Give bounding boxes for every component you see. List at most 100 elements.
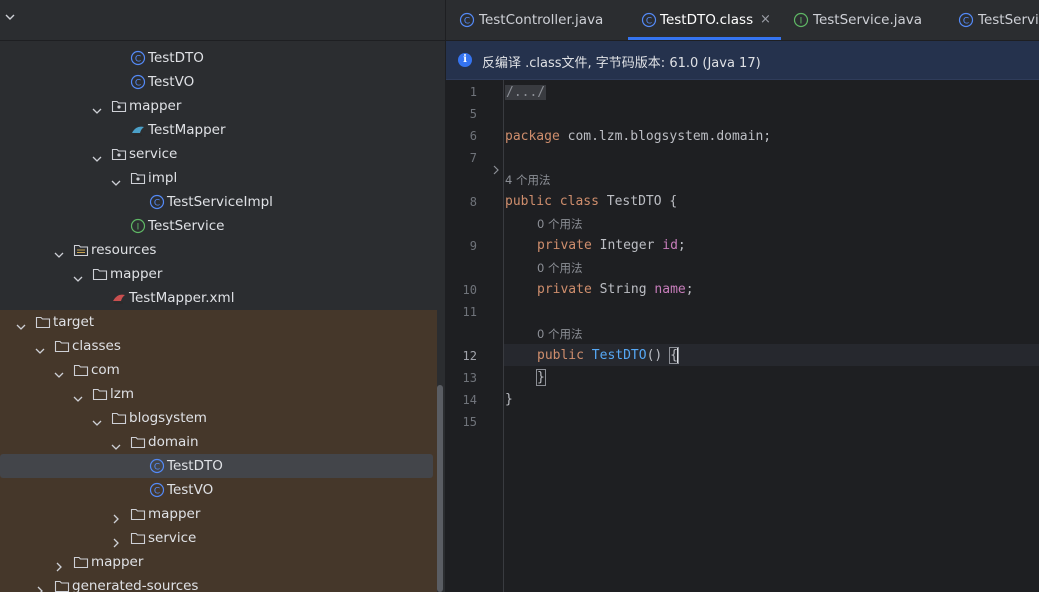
- semicolon: ;: [685, 282, 694, 297]
- chevron-right-icon[interactable]: [54, 557, 64, 572]
- close-icon[interactable]: ×: [760, 13, 771, 27]
- tree-item-generated-sources[interactable]: generated-sources: [0, 574, 437, 592]
- tree-item-testdto[interactable]: C TestDTO: [0, 46, 437, 70]
- chevron-down-icon[interactable]: [92, 413, 102, 426]
- type-string: String: [591, 282, 655, 297]
- line-number[interactable]: 7: [470, 150, 477, 166]
- tree-item-target[interactable]: target: [0, 310, 437, 334]
- line-number[interactable]: 5: [470, 106, 477, 122]
- code-line-1: /.../: [505, 85, 547, 101]
- chevron-down-icon[interactable]: [73, 269, 83, 282]
- tree-item-service[interactable]: service: [0, 526, 437, 550]
- tree-item-service[interactable]: service: [0, 142, 437, 166]
- tree-scrollbar[interactable]: [437, 385, 443, 592]
- line-number[interactable]: 13: [463, 370, 477, 386]
- chevron-right-icon[interactable]: [111, 509, 121, 524]
- tree-item-label: blogsystem: [129, 410, 207, 426]
- usages-hint-id[interactable]: 0 个用法: [537, 217, 582, 231]
- fold-expand-icon[interactable]: [492, 165, 500, 175]
- decompiled-notice-banner: i 反编译 .class文件, 字节码版本: 61.0 (Java 17): [446, 41, 1039, 80]
- tree-item-label: target: [53, 314, 95, 330]
- tree-item-label: service: [148, 530, 197, 546]
- tree-item-resources[interactable]: resources: [0, 238, 437, 262]
- chevron-right-icon[interactable]: [111, 533, 121, 548]
- tab-label: TestServiceImpl.java: [978, 12, 1039, 28]
- line-number[interactable]: 9: [470, 238, 477, 254]
- chevron-down-icon[interactable]: [111, 437, 121, 450]
- folded-imports[interactable]: /.../: [505, 85, 547, 100]
- tree-item-mapper[interactable]: mapper: [0, 262, 437, 286]
- tree-item-impl[interactable]: impl: [0, 166, 437, 190]
- line-number[interactable]: 14: [463, 392, 477, 408]
- code-line-9: private Integer id;: [537, 238, 686, 254]
- chevron-down-icon[interactable]: [54, 365, 64, 378]
- tree-item-testmapper-xml[interactable]: TestMapper.xml: [0, 286, 437, 310]
- line-number-gutter: 1 5 6 7 8 9 10 11 12 13 14 15: [446, 80, 504, 592]
- tree-item-mapper[interactable]: mapper: [0, 94, 437, 118]
- keyword-class: class: [559, 194, 599, 209]
- tab-testservice-java[interactable]: I TestService.java: [781, 0, 943, 40]
- class-icon: C: [149, 482, 165, 498]
- tab-testserviceimpl-java[interactable]: C TestServiceImpl.java: [943, 0, 1039, 40]
- usages-hint-name[interactable]: 0 个用法: [537, 261, 582, 275]
- chevron-down-icon[interactable]: [5, 12, 15, 22]
- tree-item-lzm[interactable]: lzm: [0, 382, 437, 406]
- tree-item-mapper[interactable]: mapper: [0, 550, 437, 574]
- chevron-down-icon[interactable]: [92, 101, 102, 114]
- line-number[interactable]: 1: [470, 84, 477, 100]
- chevron-down-icon[interactable]: [111, 173, 121, 186]
- package-name: com.lzm.blogsystem.domain;: [559, 129, 772, 144]
- chevron-down-icon[interactable]: [54, 245, 64, 258]
- svg-text:C: C: [646, 17, 652, 27]
- usages-hint-ctor[interactable]: 0 个用法: [537, 327, 582, 341]
- tree-item-blogsystem[interactable]: blogsystem: [0, 406, 437, 430]
- usages-hint-class[interactable]: 4 个用法: [505, 173, 550, 187]
- package-icon: [130, 170, 146, 186]
- tree-item-com[interactable]: com: [0, 358, 437, 382]
- tree-item-domain[interactable]: domain: [0, 430, 437, 454]
- chevron-down-icon[interactable]: [92, 149, 102, 162]
- code-area[interactable]: /.../ package com.lzm.blogsystem.domain;…: [505, 80, 1039, 592]
- chevron-down-icon[interactable]: [16, 317, 26, 330]
- tree-item-testmapper[interactable]: TestMapper: [0, 118, 437, 142]
- tree-item-classes[interactable]: classes: [0, 334, 437, 358]
- keyword-public: public: [505, 194, 552, 209]
- tree-item-testvo[interactable]: C TestVO: [0, 70, 437, 94]
- active-tab-indicator: [628, 37, 781, 40]
- project-tree-header: [0, 0, 445, 41]
- tree-item-testvo[interactable]: C TestVO: [0, 478, 437, 502]
- folder-icon: [73, 554, 89, 570]
- chevron-right-icon[interactable]: [35, 581, 45, 592]
- folder-icon: [130, 530, 146, 546]
- tree-item-label: lzm: [110, 386, 134, 402]
- tree-item-testservice[interactable]: I TestService: [0, 214, 437, 238]
- constructor-name: TestDTO: [591, 348, 647, 363]
- semicolon: ;: [677, 238, 686, 253]
- line-number[interactable]: 8: [470, 194, 477, 210]
- tab-label: TestService.java: [813, 12, 923, 28]
- package-icon: [111, 146, 127, 162]
- folder-icon: [54, 578, 70, 592]
- tree-item-label: service: [129, 146, 178, 162]
- tab-testdto-class[interactable]: C TestDTO.class ×: [628, 0, 781, 40]
- info-icon: i: [458, 53, 472, 67]
- mybatis-xml-icon: [111, 290, 127, 306]
- tree-item-mapper[interactable]: mapper: [0, 502, 437, 526]
- svg-text:C: C: [963, 17, 969, 27]
- code-line-8: public class TestDTO {: [505, 194, 677, 210]
- chevron-down-icon[interactable]: [35, 341, 45, 354]
- tab-testcontroller-java[interactable]: C TestController.java: [446, 0, 628, 40]
- line-number[interactable]: 11: [463, 304, 477, 320]
- svg-text:I: I: [800, 17, 803, 27]
- tree-item-label: mapper: [148, 506, 201, 522]
- tree-item-testserviceimpl[interactable]: C TestServiceImpl: [0, 190, 437, 214]
- line-number[interactable]: 12: [463, 348, 477, 364]
- line-number[interactable]: 10: [463, 282, 477, 298]
- line-number[interactable]: 6: [470, 128, 477, 144]
- tree-item-testdto[interactable]: C TestDTO: [0, 454, 433, 478]
- tree-item-label: generated-sources: [72, 578, 199, 592]
- tree-item-label: mapper: [110, 266, 163, 282]
- class-declaration: TestDTO {: [598, 194, 678, 209]
- chevron-down-icon[interactable]: [73, 389, 83, 402]
- line-number[interactable]: 15: [463, 414, 477, 430]
